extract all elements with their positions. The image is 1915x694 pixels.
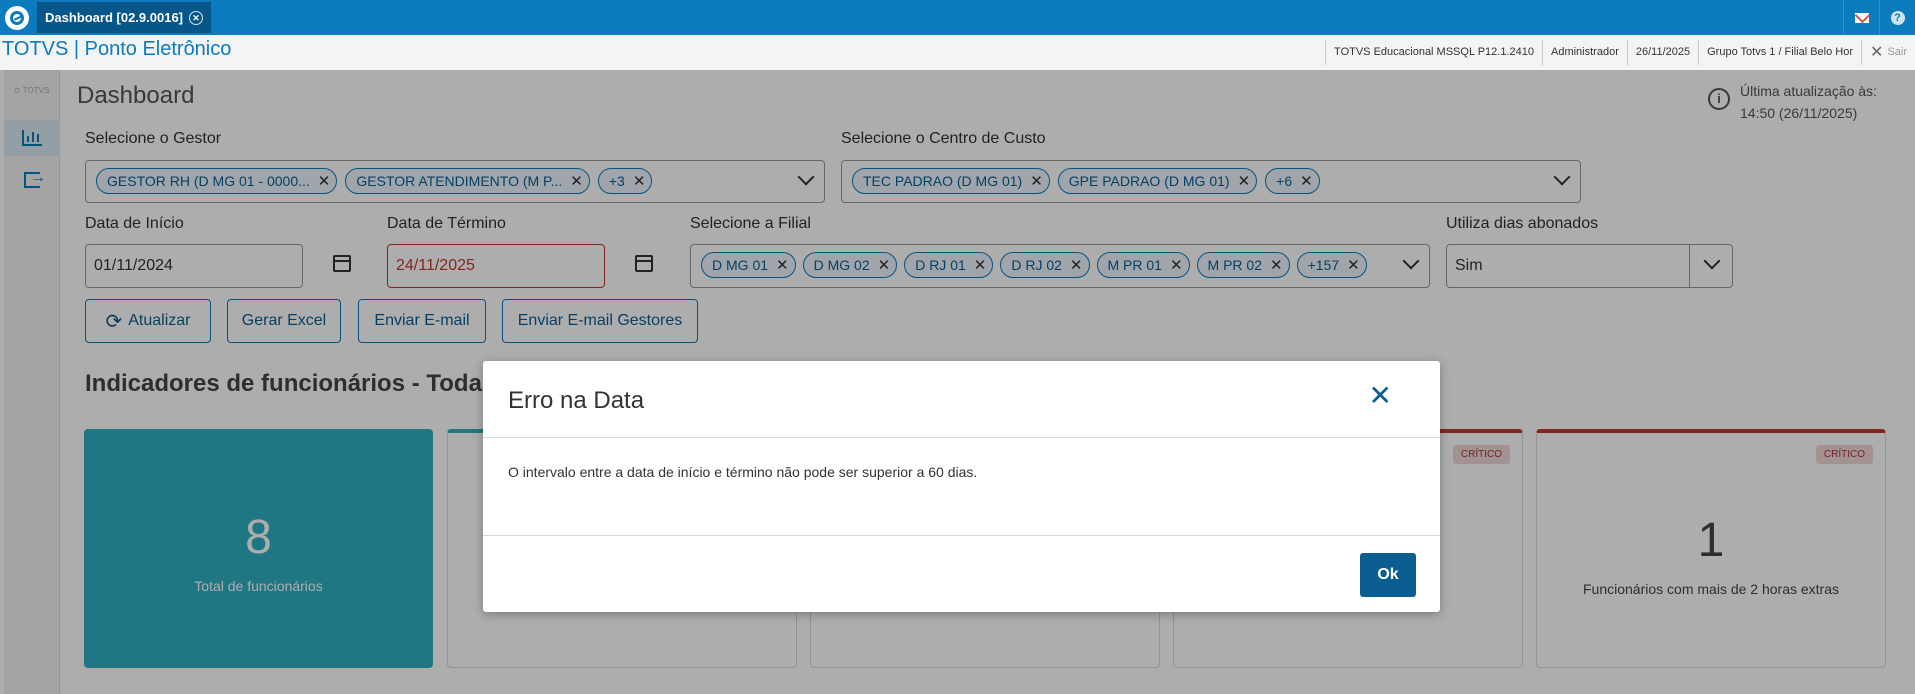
tab-title: Dashboard [02.9.0016] <box>45 10 184 25</box>
totvs-logo-icon[interactable] <box>5 6 29 30</box>
product-title: TOTVS | Ponto Eletrônico <box>2 38 232 60</box>
top-bar: Dashboard [02.9.0016] ✕ ? <box>0 0 1915 35</box>
exit-button[interactable]: ✕ Sair <box>1861 40 1915 65</box>
dialog-message: O intervalo entre a data de início e tér… <box>508 464 978 480</box>
close-tab-icon[interactable]: ✕ <box>189 10 204 25</box>
help-icon: ? <box>1890 10 1905 25</box>
header-bar: TOTVS | Ponto Eletrônico TOTVS Educacion… <box>0 35 1915 70</box>
dialog-title: Erro na Data <box>508 387 645 414</box>
ok-button[interactable]: Ok <box>1360 553 1416 597</box>
mail-icon <box>1854 12 1869 23</box>
error-dialog: Erro na Data ✕ O intervalo entre a data … <box>483 361 1440 612</box>
status-branch: Grupo Totvs 1 / Filial Belo Hor <box>1698 40 1861 65</box>
tab-dashboard[interactable]: Dashboard [02.9.0016] ✕ <box>37 2 212 33</box>
status-date: 26/11/2025 <box>1626 40 1698 65</box>
status-user: Administrador <box>1542 40 1627 65</box>
close-icon[interactable]: ✕ <box>1369 381 1392 411</box>
messages-button[interactable] <box>1843 0 1879 35</box>
exit-label: Sair <box>1887 46 1907 58</box>
status-database: TOTVS Educacional MSSQL P12.1.2410 <box>1325 40 1542 65</box>
dialog-header: Erro na Data ✕ <box>483 361 1440 438</box>
dialog-footer: Ok <box>483 536 1440 612</box>
top-bar-actions: ? <box>1843 0 1915 35</box>
help-button[interactable]: ? <box>1879 0 1915 35</box>
dialog-body: O intervalo entre a data de início e tér… <box>483 438 1440 536</box>
status-bar: TOTVS Educacional MSSQL P12.1.2410 Admin… <box>1325 40 1915 65</box>
close-icon: ✕ <box>1870 44 1884 61</box>
